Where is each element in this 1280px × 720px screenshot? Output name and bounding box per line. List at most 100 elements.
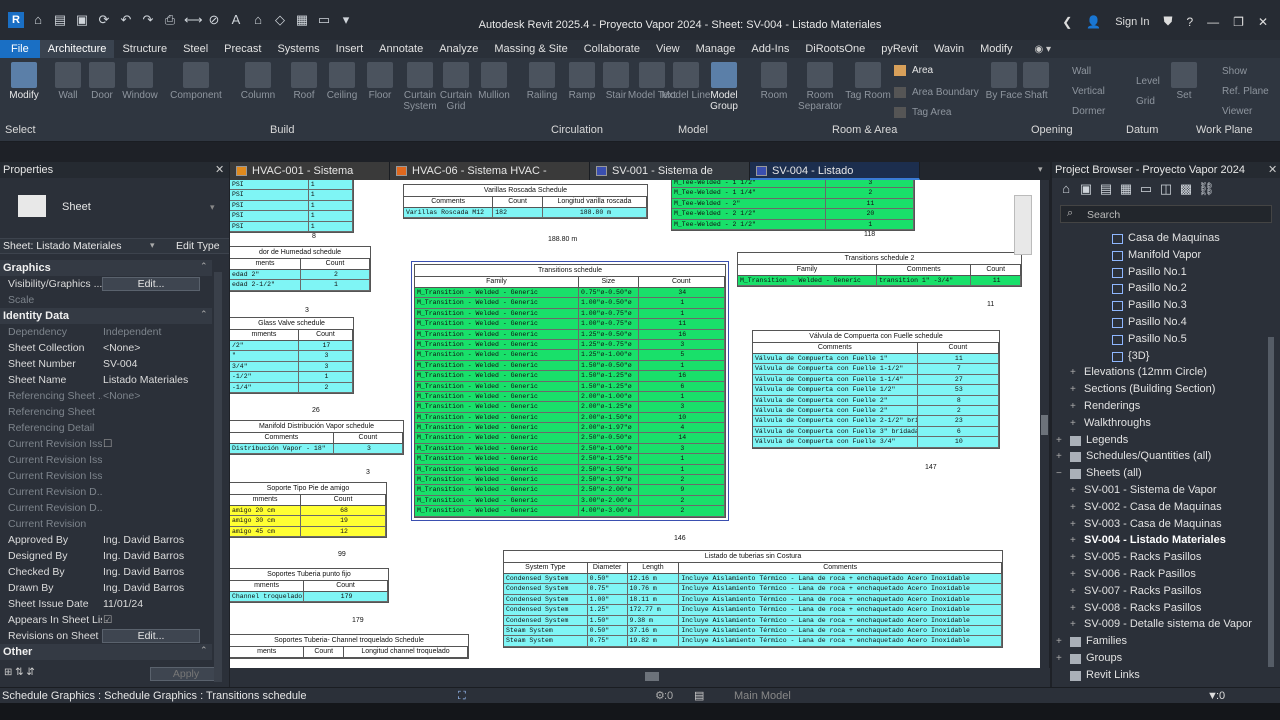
redo-icon[interactable]: ↷ [140, 12, 156, 28]
table-row[interactable]: PSI 1 [230, 221, 353, 232]
browser-item[interactable]: Pasillo No.4 [1052, 314, 1274, 331]
expand-toggle-icon[interactable]: + [1070, 415, 1076, 432]
print-icon[interactable]: ⎙ [162, 12, 178, 28]
table-row[interactable]: Condensed System 1.00" 18.11 m Incluye Aisl… [504, 594, 1002, 606]
dormer-button[interactable]: Dormer [1072, 106, 1105, 117]
table-row[interactable]: M_Transition - Welded - Generic 2.50"ø-0.… [415, 433, 726, 444]
soporte-punto-fijo-schedule[interactable]: Soportes Tuberia punto fijo mments Count Ch… [230, 568, 389, 604]
browser-item[interactable]: + SV-001 - Sistema de Vapor [1052, 482, 1274, 499]
table-row[interactable]: M_Transition - Welded - Generic transitio… [738, 276, 1021, 287]
expand-toggle-icon[interactable]: + [1070, 532, 1076, 549]
expand-toggle-icon[interactable]: + [1056, 432, 1062, 449]
browser-item[interactable]: + Walkthroughs [1052, 415, 1274, 432]
category-other-collapse-icon[interactable]: ⌃ [200, 645, 208, 656]
tab-dirootsone[interactable]: DiRootsOne [797, 40, 873, 58]
selector-chevron-icon[interactable]: ▾ [150, 240, 155, 251]
expand-toggle-icon[interactable]: + [1056, 448, 1062, 465]
worksets-icon[interactable]: ⛶ [458, 688, 466, 704]
area-button[interactable]: Area [912, 65, 933, 76]
type-dropdown-icon[interactable]: ▾ [210, 202, 215, 213]
tag-room-button[interactable]: Tag Room [842, 62, 894, 101]
text-icon[interactable]: A [228, 12, 244, 28]
sort-icons[interactable]: ⊞ ⇅ ⇵ [4, 667, 35, 678]
table-row[interactable]: M_Transition - Welded - Generic 1.50"ø-1.… [415, 381, 726, 392]
edit-button[interactable]: Edit... [102, 629, 200, 643]
browser-view-icon[interactable]: ▤ [1098, 181, 1114, 197]
table-row[interactable]: Válvula de Compuerta con Fuelle 2" 8 [753, 395, 999, 406]
browser-item[interactable]: + Families [1052, 633, 1274, 650]
tab-modify[interactable]: Modify [972, 40, 1020, 58]
table-row[interactable]: M_Tee-Welded - 1 1/2" 3 [672, 180, 914, 189]
varillas-schedule[interactable]: Varillas Roscada Schedule Comments Count Lo… [403, 184, 648, 220]
browser-family-icon[interactable]: ◫ [1158, 181, 1174, 197]
tab-analyze[interactable]: Analyze [431, 40, 486, 58]
glass-valve-schedule[interactable]: Glass Valve schedule mments Count/2" 17 " 3 3/… [230, 317, 354, 394]
room-button[interactable]: Room [748, 62, 800, 101]
browser-search[interactable]: ⌕ Search [1060, 205, 1272, 223]
tab-annotate[interactable]: Annotate [371, 40, 431, 58]
table-row[interactable]: M_Transition - Welded - Generic 2.50"ø-1.… [415, 454, 726, 465]
properties-close-icon[interactable]: ✕ [215, 163, 224, 176]
build-window-button[interactable]: Window [114, 62, 166, 101]
view-tab-1[interactable]: HVAC-001 - Sistema HVAC [230, 162, 390, 195]
instance-selector[interactable]: Sheet: Listado Materiales ▾ Edit Type [0, 238, 229, 254]
tab-add-ins[interactable]: Add-Ins [743, 40, 797, 58]
soporte-pie-amigo-schedule[interactable]: Soporte Tipo Pie de amigo mments Count amig… [230, 482, 387, 539]
table-row[interactable]: Steam System 0.50" 37.16 m Incluye Aislamie… [504, 625, 1002, 637]
prop-value[interactable]: SV-004 [103, 356, 137, 372]
table-row[interactable]: M_Transition - Welded - Generic 1.25"ø-1.… [415, 350, 726, 361]
browser-item[interactable]: + SV-007 - Racks Pasillos [1052, 583, 1274, 600]
browser-sheet-icon[interactable]: ▭ [1138, 181, 1154, 197]
table-row[interactable]: Condensed System 1.25" 172.77 m Incluye Ais… [504, 605, 1002, 616]
browser-scrollbar[interactable] [1268, 337, 1274, 667]
table-row[interactable]: M_Transition - Welded - Generic 4.00"ø-3.… [415, 506, 726, 517]
transitions-schedule-2[interactable]: Transitions schedule 2 Family Comments Coun… [737, 252, 1022, 288]
table-row[interactable]: M_Transition - Welded - Generic 2.00"ø-1.… [415, 391, 726, 403]
category-graphics-collapse-icon[interactable]: ⌃ [200, 261, 208, 272]
prop-value[interactable]: Ing. David Barros [103, 548, 184, 564]
table-row[interactable]: -1/4" 2 [230, 382, 353, 393]
main-model-icon[interactable]: ▤ [694, 688, 704, 704]
prop-value[interactable]: Ing. David Barros [103, 580, 184, 596]
table-row[interactable]: " 3 [230, 351, 353, 362]
prop-value[interactable]: Listado Materiales [103, 372, 188, 388]
browser-item[interactable]: + SV-002 - Casa de Maquinas [1052, 499, 1274, 516]
show-button[interactable]: Show [1222, 66, 1247, 77]
category-identity-data-collapse-icon[interactable]: ⌃ [200, 309, 208, 320]
table-row[interactable]: PSI 1 [230, 200, 353, 212]
build-component-button[interactable]: Component [170, 62, 222, 101]
user-icon[interactable]: 👤 [1086, 15, 1101, 29]
build-column-button[interactable]: Column [232, 62, 284, 101]
table-row[interactable]: Condensed System 0.75" 10.76 m Incluye Aisl… [504, 584, 1002, 595]
table-row[interactable]: Channel troquelado 179 [230, 592, 388, 603]
undo-icon[interactable]: ↶ [118, 12, 134, 28]
open-icon[interactable]: ▤ [52, 12, 68, 28]
browser-item[interactable]: + Sections (Building Section) [1052, 381, 1274, 398]
tab-structure[interactable]: Structure [114, 40, 175, 58]
browser-home-icon[interactable]: ⌂ [1058, 181, 1074, 197]
browser-item[interactable]: + SV-005 - Racks Pasillos [1052, 549, 1274, 566]
view-tab-3[interactable]: SV-001 - Sistema de Vapor [590, 162, 750, 195]
table-row[interactable]: M_Transition - Welded - Generic 2.50"ø-1.… [415, 464, 726, 476]
table-row[interactable]: M_Transition - Welded - Generic 1.00"ø-0.… [415, 319, 726, 330]
tab-precast[interactable]: Precast [216, 40, 269, 58]
expand-toggle-icon[interactable]: + [1070, 583, 1076, 600]
expand-toggle-icon[interactable]: + [1070, 398, 1076, 415]
table-row[interactable]: Válvula de Compuerta con Fuelle 1/2" 53 [753, 385, 999, 396]
table-row[interactable]: Válvula de Compuerta con Fuelle 2" 2 [753, 405, 999, 417]
browser-item[interactable]: + Legends [1052, 432, 1274, 449]
browser-item[interactable]: − Sheets (all) [1052, 465, 1274, 482]
table-row[interactable]: M_Transition - Welded - Generic 2.00"ø-1.… [415, 423, 726, 434]
tab-manage[interactable]: Manage [688, 40, 744, 58]
tab-wavin[interactable]: Wavin [926, 40, 972, 58]
prop-value[interactable]: <None> [103, 388, 140, 404]
close-hidden-icon[interactable]: ▭ [316, 12, 332, 28]
browser-schedule-icon[interactable]: ▦ [1118, 181, 1134, 197]
table-row[interactable]: M_Transition - Welded - Generic 1.00"ø-0.… [415, 308, 726, 320]
table-row[interactable]: M_Transition - Welded - Generic 0.75"ø-0.… [415, 288, 726, 299]
tab-file[interactable]: File [0, 40, 40, 58]
customize-icon[interactable]: ▾ [338, 12, 354, 28]
prop-value[interactable]: 11/01/24 [103, 596, 143, 612]
edit-type-button[interactable]: Edit Type [176, 240, 220, 252]
shaft-button[interactable]: Shaft [1010, 62, 1062, 101]
